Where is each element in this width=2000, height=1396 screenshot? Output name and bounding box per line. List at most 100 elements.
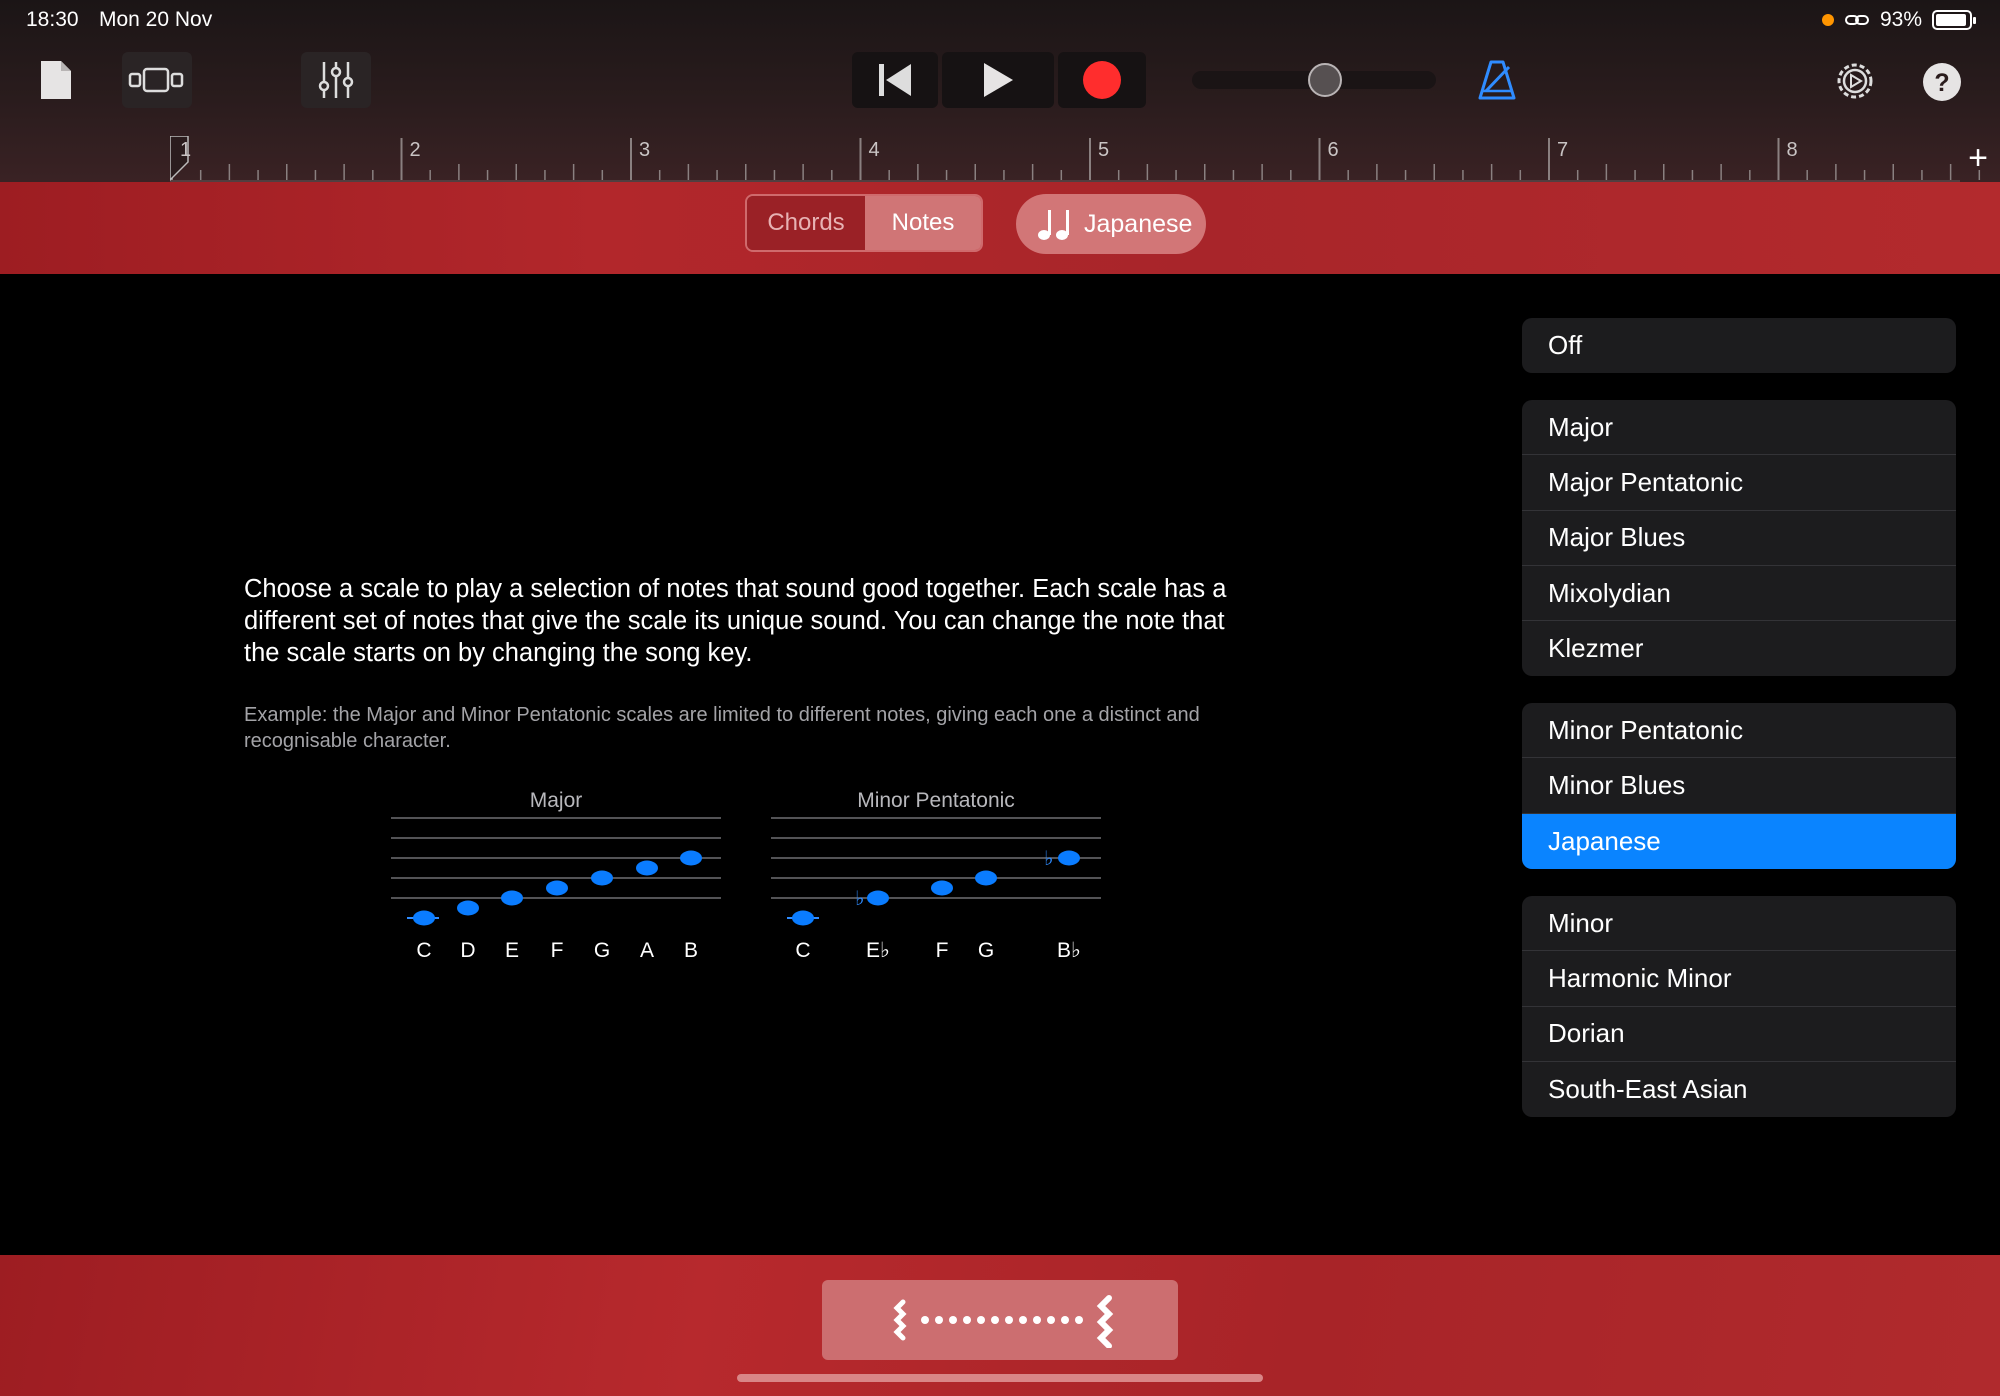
home-indicator[interactable] xyxy=(737,1374,1263,1382)
scale-example: Example: the Major and Minor Pentatonic … xyxy=(244,704,1200,752)
note-label: B♭ xyxy=(1057,939,1081,962)
music-notes-icon xyxy=(1038,210,1069,240)
mixer-button[interactable] xyxy=(301,52,371,108)
ruler-bar-number: 5 xyxy=(1098,139,1109,161)
status-time: 18:30 xyxy=(26,8,79,31)
note-f xyxy=(931,880,953,896)
scale-option[interactable]: Off xyxy=(1522,318,1956,373)
settings-icon xyxy=(1837,63,1873,99)
strings-icon xyxy=(893,1295,1114,1348)
scale-option[interactable]: Major xyxy=(1522,400,1956,456)
status-date: Mon 20 Nov xyxy=(99,8,213,31)
note-label: C xyxy=(416,939,431,962)
instrument-header xyxy=(0,182,2000,274)
example-staves: Major C D E F G A B Minor Pentatonic ♭ ♭… xyxy=(391,789,1101,962)
privacy-dot xyxy=(1821,14,1834,26)
scale-option[interactable]: Minor Blues xyxy=(1522,758,1956,814)
mixer-icon xyxy=(318,62,354,98)
document-button[interactable] xyxy=(36,56,76,104)
scale-option[interactable]: Klezmer xyxy=(1522,621,1956,676)
notes-tab[interactable]: Notes xyxy=(865,196,981,250)
note-label: E xyxy=(505,939,519,962)
rewind-button[interactable] xyxy=(852,52,938,108)
chords-tab[interactable]: Chords xyxy=(747,196,865,250)
note-d xyxy=(457,900,479,916)
minor-pentatonic-notes xyxy=(792,850,1080,926)
plus-icon: + xyxy=(1968,139,1988,177)
tracks-view-icon xyxy=(128,67,184,93)
scale-group-major: Major Major Pentatonic Major Blues Mixol… xyxy=(1522,400,1956,677)
note-a xyxy=(636,860,658,876)
chords-notes-switch: Chords Notes xyxy=(745,194,983,252)
scale-option[interactable]: Major Blues xyxy=(1522,511,1956,566)
scale-option[interactable]: Minor xyxy=(1522,896,1956,952)
note-c xyxy=(792,910,814,926)
add-section-button[interactable]: + xyxy=(1960,140,1996,176)
scale-description: Choose a scale to play a selection of no… xyxy=(244,575,1227,667)
staff-major: Major C D E F G A B xyxy=(391,789,721,962)
scale-group-off: Off xyxy=(1522,318,1956,374)
note-label: F xyxy=(936,939,949,962)
metronome-icon xyxy=(1478,60,1516,100)
metronome-button[interactable] xyxy=(1474,56,1520,104)
scale-group-minor-pentatonic: Minor Pentatonic Minor Blues Japanese xyxy=(1522,703,1956,869)
play-button[interactable] xyxy=(942,52,1054,108)
record-icon xyxy=(1083,61,1121,99)
note-f xyxy=(546,880,568,896)
flat-sign: ♭ xyxy=(1044,846,1053,870)
scale-option[interactable]: South-East Asian xyxy=(1522,1062,1956,1117)
note-e xyxy=(501,890,523,906)
scale-option[interactable]: Harmonic Minor xyxy=(1522,951,1956,1007)
transport-controls xyxy=(852,52,1146,108)
staff-major-title: Major xyxy=(530,789,583,812)
battery-percent: 93% xyxy=(1879,8,1922,31)
note-label: G xyxy=(978,939,994,962)
ruler-bar-number: 7 xyxy=(1557,139,1568,161)
note-c xyxy=(413,910,435,926)
ruler-bar-number: 4 xyxy=(869,139,880,161)
ruler-bar-number: 3 xyxy=(639,139,650,161)
staff-minor-pentatonic-title: Minor Pentatonic xyxy=(857,789,1015,812)
status-indicators: 93% xyxy=(1821,8,1976,32)
timeline-ruler[interactable]: 1 2 3 4 5 6 7 8 xyxy=(170,136,2000,182)
ruler-bar-number: 6 xyxy=(1328,139,1339,161)
note-label: A xyxy=(640,939,654,962)
scale-option[interactable]: Mixolydian xyxy=(1522,566,1956,622)
note-g xyxy=(975,870,997,886)
note-b-flat xyxy=(1058,850,1080,866)
battery-icon xyxy=(1932,10,1976,30)
ruler-bar-number: 8 xyxy=(1787,139,1798,161)
strings-keyboard-button[interactable] xyxy=(822,1280,1178,1360)
scale-group-minor: Minor Harmonic Minor Dorian South-East A… xyxy=(1522,896,1956,1118)
note-b xyxy=(680,850,702,866)
note-label: G xyxy=(594,939,610,962)
scale-button[interactable]: Japanese xyxy=(1016,194,1206,254)
scale-option[interactable]: Major Pentatonic xyxy=(1522,455,1956,511)
help-icon: ? xyxy=(1923,63,1961,101)
major-notes xyxy=(413,850,702,926)
volume-slider-knob[interactable] xyxy=(1308,63,1342,97)
ruler-bar-number: 2 xyxy=(410,139,421,161)
scale-option[interactable]: Dorian xyxy=(1522,1007,1956,1062)
document-icon xyxy=(41,61,71,99)
flat-sign: ♭ xyxy=(855,886,864,910)
note-e-flat xyxy=(867,890,889,906)
tracks-view-button[interactable] xyxy=(122,52,192,108)
note-label: C xyxy=(795,939,810,962)
note-label: F xyxy=(551,939,564,962)
link-icon xyxy=(1844,15,1869,25)
scale-option-selected[interactable]: Japanese xyxy=(1522,813,1956,869)
play-icon xyxy=(984,63,1013,97)
help-button[interactable]: ? xyxy=(1920,60,1964,104)
note-g xyxy=(591,870,613,886)
scale-button-label: Japanese xyxy=(1084,209,1193,238)
scale-option[interactable]: Minor Pentatonic xyxy=(1522,703,1956,759)
ruler-bar-number: 1 xyxy=(180,139,191,161)
note-label: E♭ xyxy=(866,939,890,962)
note-label: D xyxy=(460,939,475,962)
settings-button[interactable] xyxy=(1832,58,1878,104)
rewind-icon xyxy=(879,64,911,96)
record-button[interactable] xyxy=(1058,52,1146,108)
staff-minor-pentatonic: Minor Pentatonic ♭ ♭ C E♭ F G B♭ xyxy=(771,789,1101,962)
note-label: B xyxy=(684,939,698,962)
